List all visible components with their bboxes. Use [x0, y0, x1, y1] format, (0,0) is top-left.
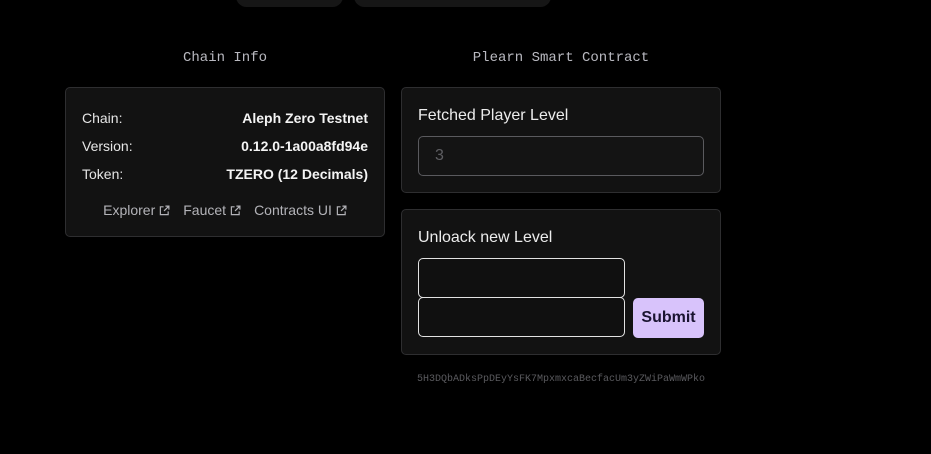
- external-link-icon: [336, 205, 347, 216]
- chain-label: Chain:: [82, 110, 123, 126]
- faucet-link[interactable]: Faucet: [183, 202, 241, 218]
- unlock-input-1[interactable]: [418, 258, 625, 298]
- explorer-link[interactable]: Explorer: [103, 202, 170, 218]
- chain-row: Chain: Aleph Zero Testnet: [82, 110, 368, 126]
- chain-info-card: Chain: Aleph Zero Testnet Version: 0.12.…: [65, 87, 385, 237]
- unlock-level-heading: Unloack new Level: [418, 229, 553, 246]
- version-row: Version: 0.12.0-1a00a8fd94e: [82, 138, 368, 154]
- submit-button[interactable]: Submit: [633, 298, 704, 338]
- external-link-icon: [159, 205, 170, 216]
- token-label: Token:: [82, 166, 124, 182]
- faucet-link-label: Faucet: [183, 202, 227, 218]
- contract-title: Plearn Smart Contract: [472, 50, 650, 66]
- chain-info-title: Chain Info: [182, 50, 267, 66]
- chain-value: Aleph Zero Testnet: [242, 110, 368, 126]
- unlock-input-2[interactable]: [418, 297, 625, 337]
- explorer-link-label: Explorer: [103, 202, 156, 218]
- external-link-icon: [230, 205, 241, 216]
- version-label: Version:: [82, 138, 133, 154]
- contracts-ui-link-label: Contracts UI: [254, 202, 332, 218]
- top-nav-button[interactable]: [236, 0, 343, 7]
- player-level-field[interactable]: 3: [418, 136, 704, 176]
- player-level-value: 3: [435, 147, 444, 164]
- top-nav-button[interactable]: [354, 0, 551, 7]
- fetched-level-card: Fetched Player Level 3: [401, 87, 721, 193]
- token-value: TZERO (12 Decimals): [226, 166, 368, 182]
- version-value: 0.12.0-1a00a8fd94e: [241, 138, 368, 154]
- chain-links: Explorer Faucet Contracts UI: [66, 202, 384, 218]
- fetched-level-heading: Fetched Player Level: [418, 107, 569, 124]
- contract-address: 5H3DQbADksPpDEyYsFK7MpxmxcaBecfacUm3yZWi…: [416, 374, 706, 385]
- contracts-ui-link[interactable]: Contracts UI: [254, 202, 347, 218]
- unlock-level-card: Unloack new Level Submit: [401, 209, 721, 355]
- token-row: Token: TZERO (12 Decimals): [82, 166, 368, 182]
